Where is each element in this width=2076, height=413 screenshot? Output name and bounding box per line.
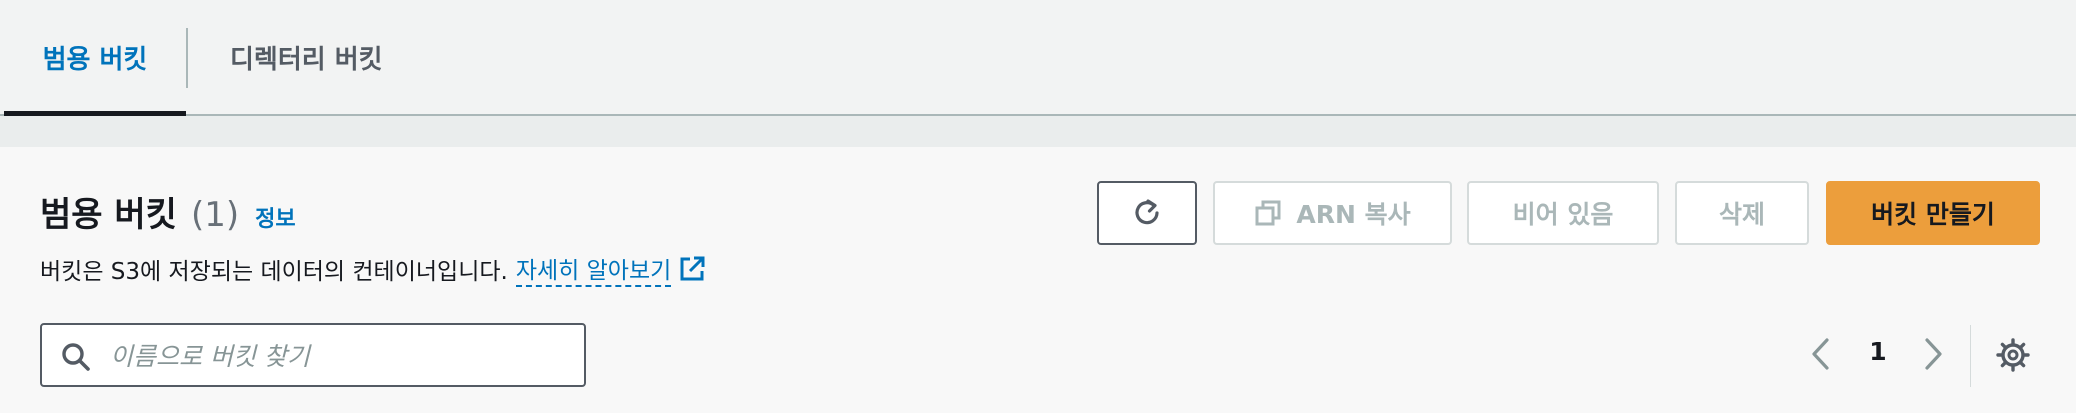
description-text: 버킷은 S3에 저장되는 데이터의 컨테이너입니다. — [40, 259, 508, 285]
empty-bucket-label: 비어 있음 — [1512, 200, 1614, 229]
copy-arn-button[interactable]: ARN 복사 — [1213, 181, 1452, 245]
tab-general-purpose-buckets[interactable]: 범용 버킷 — [4, 0, 186, 116]
search-icon — [60, 341, 92, 373]
tab-bar: 범용 버킷 디렉터리 버킷 — [0, 0, 2076, 116]
search-input[interactable] — [108, 333, 572, 379]
gear-icon[interactable] — [1995, 337, 2031, 377]
next-page-button[interactable] — [1920, 337, 1946, 375]
learn-more-link[interactable]: 자세히 알아보기 — [515, 251, 672, 287]
buckets-panel: 범용 버킷 (1) 정보 버킷은 S3에 저장되는 데이터의 컨테이너입니다. … — [0, 146, 2076, 413]
info-link[interactable]: 정보 — [255, 201, 295, 233]
tab-label: 디렉터리 버킷 — [230, 44, 383, 75]
external-link-icon[interactable] — [677, 254, 707, 284]
tab-label: 범용 버킷 — [42, 44, 148, 75]
bucket-search[interactable] — [40, 323, 586, 387]
copy-icon — [1254, 199, 1282, 227]
page-title: 범용 버킷 — [40, 195, 177, 235]
pagination-divider — [1970, 325, 1971, 387]
empty-bucket-button[interactable]: 비어 있음 — [1467, 181, 1659, 245]
delete-bucket-button[interactable]: 삭제 — [1675, 181, 1809, 245]
panel-header: 범용 버킷 (1) 정보 — [40, 187, 296, 236]
refresh-button[interactable] — [1097, 181, 1197, 245]
tab-separator-strip — [0, 116, 2076, 146]
page-number[interactable]: 1 — [1868, 337, 1888, 366]
refresh-icon — [1130, 196, 1164, 230]
tab-directory-buckets[interactable]: 디렉터리 버킷 — [230, 0, 383, 114]
panel-description: 버킷은 S3에 저장되는 데이터의 컨테이너입니다. 자세히 알아보기 — [40, 251, 707, 287]
create-bucket-label: 버킷 만들기 — [1871, 200, 1995, 229]
copy-arn-label: ARN 복사 — [1296, 200, 1411, 229]
previous-page-button[interactable] — [1808, 337, 1834, 375]
bucket-count: (1) — [190, 195, 240, 235]
delete-bucket-label: 삭제 — [1718, 200, 1765, 229]
create-bucket-button[interactable]: 버킷 만들기 — [1826, 181, 2040, 245]
tab-divider — [186, 28, 188, 88]
